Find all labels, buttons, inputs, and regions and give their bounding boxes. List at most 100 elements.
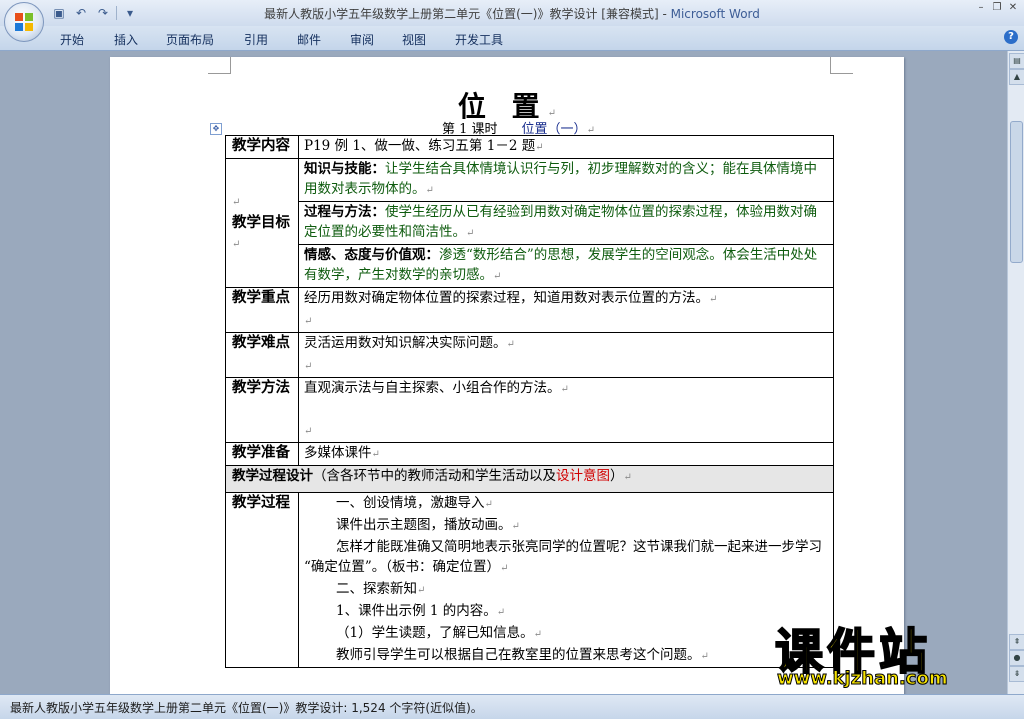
tab-view[interactable]: 视图 [402,31,426,48]
prep-text: 多媒体课件 [304,445,372,461]
document-page[interactable]: 位 置↵ 第 1 课时 位置（一）↵ ✥ 教学内容 P19 例 1、做一做、练习五… [110,57,904,694]
restore-icon[interactable]: ❐ [990,2,1004,14]
design-note-red: 设计意图 [556,468,610,484]
difficulty-label: 教学难点 [225,332,299,378]
lesson-plan-table: 教学内容 P19 例 1、做一做、练习五第 1－2 题↵ ↵ 教学目标 ↵ 知识与技… [225,135,834,668]
close-icon[interactable]: ✕ [1006,2,1020,14]
process-line-text: 课件出示主题图，播放动画。 [336,517,512,533]
paragraph-mark: ↵ [709,294,718,305]
tab-page-layout[interactable]: 页面布局 [166,31,214,48]
goals-label-text: 教学目标 [232,214,290,231]
tab-developer[interactable]: 开发工具 [455,31,503,48]
difficulty-text: 灵活运用数对知识解决实际问题。 [304,335,507,351]
window-title-doc: 最新人教版小学五年级数学上册第二单元《位置(一)》教学设计 [兼容模式] - [264,7,671,21]
process-line: 二、探索新知↵ [304,579,828,601]
design-head: 教学过程设计 [232,468,313,484]
window-title-app: Microsoft Word [670,7,760,21]
paragraph-mark: ↵ [484,499,493,510]
goal-process-head: 过程与方法： [304,204,385,220]
design-note-b: ） [610,468,624,484]
table-row: 教学准备 多媒体课件↵ [225,442,834,466]
key-point-text: 经历用数对确定物体位置的探索过程，知道用数对表示位置的方法。 [304,290,709,306]
table-row: 教学内容 P19 例 1、做一做、练习五第 1－2 题↵ [225,135,834,159]
paragraph-mark: ↵ [425,185,434,196]
select-browse-object-icon[interactable]: ● [1009,650,1024,666]
table-row: 教学过程设计（含各环节中的教师活动和学生活动以及设计意图）↵ [225,465,834,493]
margin-corner-top-right [830,57,853,74]
table-row: 情感、态度与价值观：渗透“数形结合”的思想，发展学生的空间观念。体会生活中处处有… [226,244,834,288]
status-bar: 最新人教版小学五年级数学上册第二单元《位置(一)》教学设计: 1,524 个字符… [0,694,1024,719]
paragraph-mark: ↵ [535,142,544,153]
table-row: 教学重点 经历用数对确定物体位置的探索过程，知道用数对表示位置的方法。↵ ↵ [225,287,834,333]
paragraph-mark: ↵ [511,521,520,532]
goals-label: ↵ 教学目标 ↵ [225,158,299,288]
goal-attitude-cell[interactable]: 情感、态度与价值观：渗透“数形结合”的思想，发展学生的空间观念。体会生活中处处有… [298,244,834,288]
process-line-text: 怎样才能既准确又简明地表示张亮同学的位置呢？这节课我们就一起来进一步学习 “确定… [304,539,822,575]
title-bar: ▣ ↶ ↷ ▾ 最新人教版小学五年级数学上册第二单元《位置(一)》教学设计 [兼… [0,0,1024,26]
tab-home[interactable]: 开始 [60,31,84,48]
paragraph-mark: ↵ [700,651,709,662]
paragraph-mark: ↵ [304,426,313,437]
process-line: 一、创设情境，激趣导入↵ [304,493,828,515]
method-text: 直观演示法与自主探索、小组合作的方法。 [304,380,561,396]
ribbon-tabs: 开始 插入 页面布局 引用 邮件 审阅 视图 开发工具 [0,26,1024,51]
margin-corner-top-left [208,57,231,74]
prep-cell[interactable]: 多媒体课件↵ [298,442,834,466]
table-row: ↵ 教学目标 ↵ 知识与技能：让学生结合具体情境认识行与列，初步理解数对的含义；能在… [225,158,834,288]
tab-insert[interactable]: 插入 [114,31,138,48]
tab-review[interactable]: 审阅 [350,31,374,48]
table-row: 过程与方法：使学生经历从已有经验到用数对确定物体位置的探索过程，体验用数对确定位… [226,201,834,245]
key-point-cell[interactable]: 经历用数对确定物体位置的探索过程，知道用数对表示位置的方法。↵ ↵ [298,287,834,333]
paragraph-mark: ↵ [466,228,475,239]
ruler-toggle-icon[interactable]: ▤ [1009,53,1024,69]
key-point-label: 教学重点 [225,287,299,333]
process-line: 课件出示主题图，播放动画。↵ [304,515,828,537]
process-cell[interactable]: 一、创设情境，激趣导入↵ 课件出示主题图，播放动画。↵ 怎样才能既准确又简明地表… [298,492,834,668]
table-move-handle-icon[interactable]: ✥ [210,123,222,135]
paragraph-mark: ↵ [506,339,515,350]
paragraph-mark: ↵ [304,316,313,327]
watermark-logo: 课件站 www.kjzhan.com [774,612,1005,692]
previous-page-icon[interactable]: ⇞ [1009,634,1024,650]
paragraph-mark: ↵ [533,629,542,640]
vertical-scrollbar[interactable]: ▤ ▲ ⇞ ● ⇟ [1007,51,1024,694]
process-line-text: 教师引导学生可以根据自己在教室里的位置来思考这个问题。 [336,647,701,663]
design-note-a: （含各环节中的教师活动和学生活动以及 [313,468,556,484]
scroll-up-icon[interactable]: ▲ [1009,69,1024,85]
scroll-thumb[interactable] [1010,121,1023,263]
method-label: 教学方法 [225,377,299,443]
process-line-text: 一、创设情境，激趣导入 [336,495,485,511]
next-page-icon[interactable]: ⇟ [1009,666,1024,682]
process-label: 教学过程 [225,492,299,668]
goal-knowledge-cell[interactable]: 知识与技能：让学生结合具体情境认识行与列，初步理解数对的含义；能在具体情境中用数… [298,158,834,202]
help-icon[interactable]: ? [1004,30,1018,44]
process-line: 1、课件出示例 1 的内容。↵ [304,601,828,623]
table-row: 教学难点 灵活运用数对知识解决实际问题。↵ ↵ [225,332,834,378]
office-button[interactable] [4,2,44,42]
process-line-text: 1、课件出示例 1 的内容。 [336,603,497,619]
difficulty-cell[interactable]: 灵活运用数对知识解决实际问题。↵ ↵ [298,332,834,378]
process-line: 怎样才能既准确又简明地表示张亮同学的位置呢？这节课我们就一起来进一步学习 “确定… [304,537,828,579]
tab-mailings[interactable]: 邮件 [297,31,321,48]
tab-references[interactable]: 引用 [244,31,268,48]
design-header-cell[interactable]: 教学过程设计（含各环节中的教师活动和学生活动以及设计意图）↵ [225,465,834,493]
table-row: 教学过程 一、创设情境，激趣导入↵ 课件出示主题图，播放动画。↵ 怎样才能既准确… [225,492,834,668]
process-line: 教师引导学生可以根据自己在教室里的位置来思考这个问题。↵ [304,645,828,667]
office-logo-icon [15,13,33,31]
window-controls: – ❐ ✕ [974,2,1020,14]
minimize-icon[interactable]: – [974,2,988,14]
status-text: 最新人教版小学五年级数学上册第二单元《位置(一)》教学设计: 1,524 个字符… [10,701,483,715]
goal-attitude-head: 情感、态度与价值观： [304,247,439,263]
prep-label: 教学准备 [225,442,299,466]
goal-process-cell[interactable]: 过程与方法：使学生经历从已有经验到用数对确定物体位置的探索过程，体验用数对确定位… [298,201,834,245]
content-cell[interactable]: P19 例 1、做一做、练习五第 1－2 题↵ [298,135,834,159]
paragraph-mark: ↵ [560,384,569,395]
content-label: 教学内容 [225,135,299,159]
paragraph-mark: ↵ [232,197,241,208]
paragraph-mark: ↵ [304,361,313,372]
watermark-url: www.kjzhan.com [777,668,949,690]
paragraph-mark: ↵ [500,563,509,574]
paragraph-mark: ↵ [493,271,502,282]
method-cell[interactable]: 直观演示法与自主探索、小组合作的方法。↵ ↵ [298,377,834,443]
process-line: （1）学生读题，了解已知信息。↵ [304,623,828,645]
